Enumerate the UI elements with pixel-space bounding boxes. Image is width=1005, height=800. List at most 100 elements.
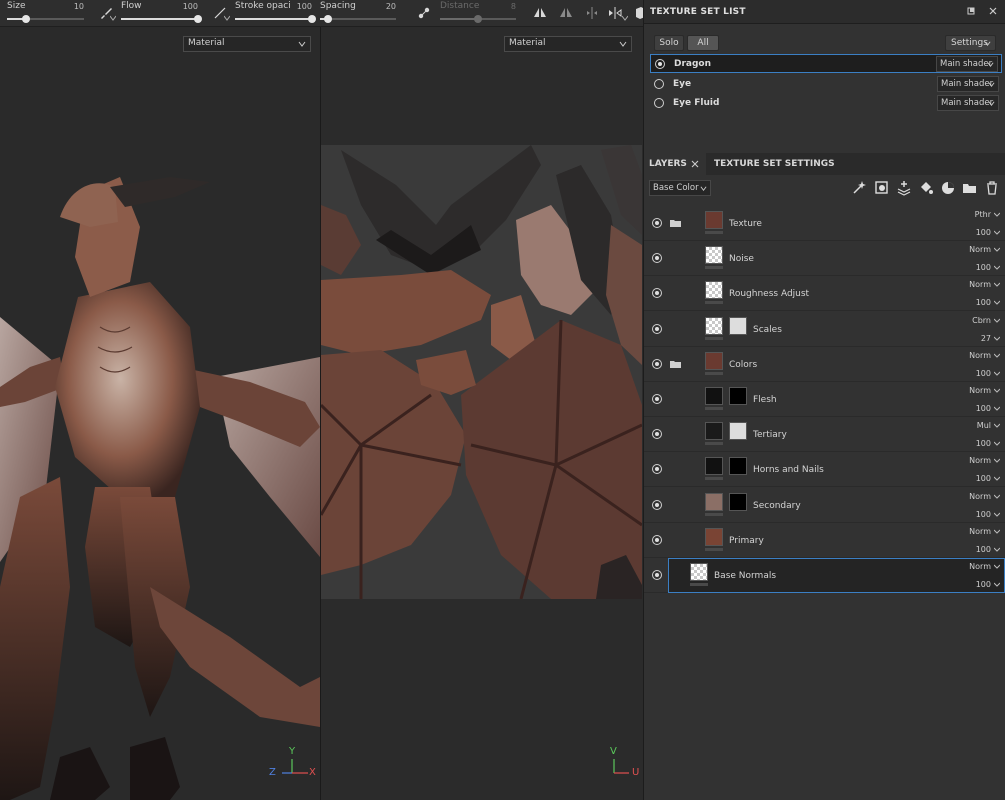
mask-thumbnail[interactable] — [729, 316, 747, 335]
spacing-slider-handle[interactable] — [323, 15, 332, 23]
layer-thumbnail[interactable] — [705, 351, 723, 370]
visibility-toggle[interactable] — [652, 464, 662, 475]
visibility-toggle[interactable] — [652, 570, 662, 580]
mask-thumbnail[interactable] — [729, 422, 747, 441]
layer-row[interactable]: Roughness Adjust Norm 100 — [644, 276, 1005, 312]
layer-thumbnail[interactable] — [705, 422, 723, 441]
add-fill-layer-icon[interactable] — [918, 180, 934, 196]
chevron-down-icon[interactable] — [224, 15, 230, 21]
distance-value[interactable]: 8 — [511, 2, 516, 11]
visibility-toggle[interactable] — [652, 499, 662, 510]
visibility-toggle[interactable] — [652, 253, 662, 264]
flow-slider-handle[interactable] — [194, 15, 202, 23]
maximize-icon[interactable] — [965, 5, 977, 17]
folder-icon[interactable] — [670, 360, 681, 368]
flow-value[interactable]: 100 — [183, 2, 198, 11]
layer-row[interactable]: Noise Norm 100 — [644, 241, 1005, 277]
visibility-toggle[interactable] — [652, 288, 662, 299]
layer-row[interactable]: Tertiary Mul 100 — [644, 417, 1005, 453]
texture-set-row[interactable]: Dragon Main shader — [650, 54, 1002, 73]
visibility-toggle[interactable] — [652, 534, 662, 545]
shader-select[interactable]: Main shader — [937, 95, 999, 111]
viewport-2d-mode-select[interactable]: Material — [504, 36, 632, 52]
mask-thumbnail[interactable] — [729, 492, 747, 511]
layer-row[interactable]: Base Normals Norm 100 — [644, 558, 1005, 593]
blend-mode-select[interactable]: Norm — [969, 492, 1000, 501]
opacity-field[interactable]: 100 — [976, 298, 1000, 307]
blend-mode-select[interactable]: Mul — [977, 421, 1000, 430]
texture-set-radio[interactable] — [654, 79, 664, 89]
layer-thumbnail[interactable] — [705, 316, 723, 335]
viewport-3d[interactable]: Material Y Z X — [0, 27, 320, 800]
blend-mode-select[interactable]: Norm — [969, 456, 1000, 465]
texture-set-row[interactable]: Eye Fluid Main shader — [650, 94, 1002, 113]
close-icon[interactable] — [987, 5, 999, 17]
flow-slider[interactable]: Flow 100 — [121, 0, 202, 27]
layer-thumbnail[interactable] — [690, 563, 708, 581]
layer-thumbnail[interactable] — [705, 211, 723, 229]
layer-row[interactable]: Texture Pthr 100 — [644, 206, 1005, 241]
stroke-opacity-slider-handle[interactable] — [308, 15, 316, 23]
opacity-field[interactable]: 27 — [981, 334, 1000, 343]
opacity-field[interactable]: 100 — [976, 263, 1000, 272]
solo-button[interactable]: Solo — [654, 35, 684, 51]
stroke-opacity-value[interactable]: 100 — [297, 2, 312, 11]
spacing-value[interactable]: 20 — [386, 2, 396, 11]
add-folder-icon[interactable] — [962, 180, 978, 196]
texture-set-radio[interactable] — [654, 98, 664, 108]
mask-thumbnail[interactable] — [729, 457, 747, 476]
size-slider-handle[interactable] — [22, 15, 31, 23]
layer-row[interactable]: Secondary Norm 100 — [644, 488, 1005, 523]
layer-thumbnail[interactable] — [705, 457, 723, 476]
add-effect-icon[interactable] — [851, 180, 867, 196]
mask-thumbnail[interactable] — [729, 387, 747, 405]
cube-icon[interactable] — [632, 5, 645, 21]
add-layer-icon[interactable] — [896, 180, 912, 196]
tab-texture-set-settings[interactable]: TEXTURE SET SETTINGS — [709, 153, 840, 175]
opacity-field[interactable]: 100 — [976, 545, 1000, 554]
delete-icon[interactable] — [984, 180, 1000, 196]
texture-set-row[interactable]: Eye Main shader — [650, 75, 1002, 94]
layer-thumbnail[interactable] — [705, 281, 723, 300]
distance-slider[interactable]: Distance 8 — [440, 0, 516, 27]
chevron-down-icon[interactable] — [110, 15, 116, 21]
opacity-field[interactable]: 100 — [976, 474, 1000, 483]
layer-row[interactable]: Horns and Nails Norm 100 — [644, 452, 1005, 488]
add-mask-icon[interactable] — [874, 180, 890, 196]
all-button[interactable]: All — [687, 35, 719, 51]
shader-select[interactable]: Main shader — [937, 76, 999, 92]
folder-icon[interactable] — [670, 219, 681, 227]
blend-mode-select[interactable]: Norm — [969, 562, 1000, 571]
viewport-2d[interactable]: Material V U — [321, 27, 642, 800]
symmetry-icon[interactable] — [532, 5, 548, 21]
blend-mode-select[interactable]: Norm — [969, 280, 1000, 289]
lazy-mouse-icon[interactable] — [416, 5, 432, 21]
opacity-field[interactable]: 100 — [976, 404, 1000, 413]
symmetry-mirror-icon[interactable] — [558, 5, 574, 21]
layer-thumbnail[interactable] — [705, 527, 723, 546]
layer-row[interactable]: Primary Norm 100 — [644, 523, 1005, 558]
layer-thumbnail[interactable] — [705, 492, 723, 511]
visibility-toggle[interactable] — [652, 429, 662, 440]
stroke-opacity-slider[interactable]: Stroke opaci 100 — [235, 0, 316, 27]
close-icon[interactable] — [690, 159, 700, 169]
symmetry-flip-icon[interactable] — [607, 5, 623, 21]
layer-row[interactable]: Flesh Norm 100 — [644, 382, 1005, 417]
blend-mode-select[interactable]: Norm — [969, 386, 1000, 395]
layer-row[interactable]: Scales Cbrn 27 — [644, 312, 1005, 347]
layer-thumbnail[interactable] — [705, 387, 723, 405]
spacing-slider[interactable]: Spacing 20 — [320, 0, 396, 27]
opacity-field[interactable]: 100 — [976, 369, 1000, 378]
opacity-field[interactable]: 100 — [976, 510, 1000, 519]
blend-mode-select[interactable]: Norm — [969, 527, 1000, 536]
texture-set-radio[interactable] — [655, 59, 665, 69]
visibility-toggle[interactable] — [652, 358, 662, 369]
opacity-field[interactable]: 100 — [976, 228, 1000, 237]
visibility-toggle[interactable] — [652, 218, 662, 228]
blend-mode-select[interactable]: Pthr — [975, 210, 1000, 219]
layer-thumbnail[interactable] — [705, 246, 723, 265]
blend-mode-select[interactable]: Norm — [969, 351, 1000, 360]
shader-select[interactable]: Main shader — [936, 56, 998, 72]
visibility-toggle[interactable] — [652, 323, 662, 334]
opacity-field[interactable]: 100 — [976, 439, 1000, 448]
